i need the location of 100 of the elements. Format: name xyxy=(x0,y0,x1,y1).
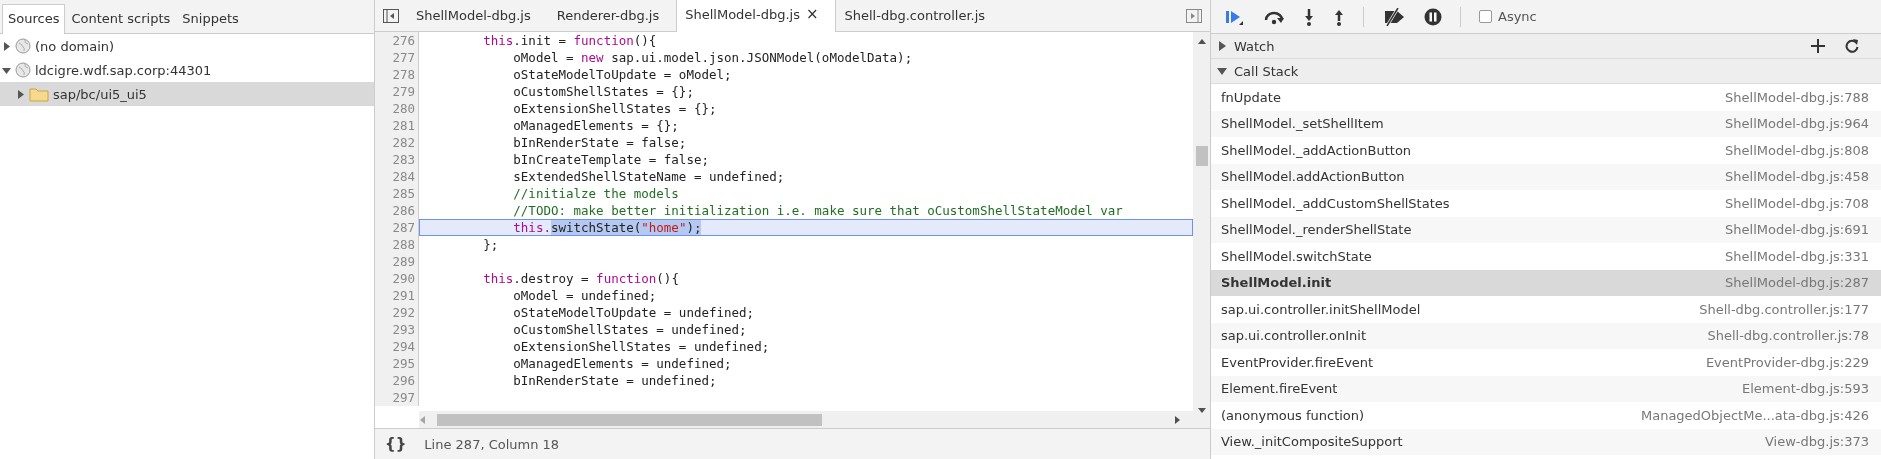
close-button[interactable]: × xyxy=(805,5,819,23)
section-header[interactable]: Watch xyxy=(1211,34,1881,59)
refresh-icon[interactable] xyxy=(1845,39,1859,53)
line-number: 293 xyxy=(375,321,419,338)
line-number: 277 xyxy=(375,49,419,66)
pretty-print-button[interactable]: {} xyxy=(385,435,407,453)
panel-tab[interactable]: Snippets xyxy=(176,4,245,33)
line-number: 292 xyxy=(375,304,419,321)
add-icon[interactable] xyxy=(1811,39,1825,53)
expand-triangle-icon xyxy=(16,89,25,99)
code-line: bInCreateTemplate = false; xyxy=(512,151,710,168)
line-number: 283 xyxy=(375,151,419,168)
code-line: //initialze the models xyxy=(512,185,680,202)
call-stack-frame[interactable]: fnUpdate ShellModel-dbg.js:788 xyxy=(1211,84,1881,111)
line-number: 294 xyxy=(375,338,419,355)
code-line: }; xyxy=(482,236,500,253)
function-name: View._initCompositeSupport xyxy=(1221,434,1403,450)
code-line: oCustomShellStates = {}; xyxy=(512,83,695,100)
source-location: ShellModel-dbg.js:788 xyxy=(1725,89,1869,105)
cursor-position: Line 287, Column 18 xyxy=(424,436,560,452)
call-stack-frame[interactable]: ShellModel.init ShellModel-dbg.js:287 xyxy=(1211,269,1881,296)
scroll-down-icon[interactable] xyxy=(1197,406,1206,414)
file-tab[interactable]: ShellModel-dbg.js xyxy=(407,1,548,31)
function-name: ShellModel._addCustomShellStates xyxy=(1221,195,1450,211)
call-stack-frame[interactable]: ShellModel._setShellItem ShellModel-dbg.js:964 xyxy=(1211,110,1881,137)
tree-item[interactable]: (no domain) xyxy=(0,34,374,58)
source-location: ShellModel-dbg.js:691 xyxy=(1725,222,1869,238)
call-stack-frame[interactable]: sap.ui.controller.initShellModel Shell-dbg.controller.js:177 xyxy=(1211,296,1881,323)
folder-icon xyxy=(29,86,49,102)
call-stack-frame[interactable]: sap.ui.controller.onInit Shell-dbg.controller.js:78 xyxy=(1211,322,1881,349)
source-location: ShellModel-dbg.js:331 xyxy=(1725,248,1869,264)
call-stack-frame[interactable]: Element.fireEvent Element-dbg.js:593 xyxy=(1211,375,1881,402)
file-tab[interactable]: Renderer-dbg.js xyxy=(547,1,677,31)
line-number: 284 xyxy=(375,168,419,185)
source-location: ShellModel-dbg.js:964 xyxy=(1725,116,1869,132)
file-tab[interactable]: Shell-dbg.controller.js xyxy=(835,1,1003,31)
code-line: oModel = new sap.ui.model.json.JSONModel(oModelData); xyxy=(512,49,914,66)
pause-icon[interactable] xyxy=(1424,7,1442,26)
code-line: oExtensionShellStates = {}; xyxy=(512,100,718,117)
line-number: 289 xyxy=(375,253,419,270)
panel-tab[interactable]: Sources xyxy=(2,4,66,34)
line-number: 287 xyxy=(375,219,419,236)
sidebar-toggle-icon[interactable] xyxy=(1186,8,1202,23)
source-location: ManagedObjectMe...ata-dbg.js:426 xyxy=(1640,407,1869,423)
call-stack-frame[interactable]: EventProvider.fireEvent EventProvider-dbg.js:229 xyxy=(1211,349,1881,376)
collapse-triangle-icon xyxy=(2,65,11,75)
async-checkbox[interactable] xyxy=(1479,10,1492,23)
code-line: oManagedElements = {}; xyxy=(512,117,680,134)
tree-item[interactable]: ldcigre.wdf.sap.corp:44301 xyxy=(0,58,374,82)
call-stack-frame[interactable]: ShellModel._renderShellState ShellModel-dbg.js:691 xyxy=(1211,216,1881,243)
source-location: ShellModel-dbg.js:808 xyxy=(1725,142,1869,158)
scroll-up-icon[interactable] xyxy=(1197,38,1206,46)
line-number: 280 xyxy=(375,100,419,117)
deactivate-breakpoints-icon[interactable] xyxy=(1382,7,1406,26)
code-line: oModel = undefined; xyxy=(512,287,658,304)
call-stack-frame[interactable]: ShellModel._addCustomShellStates ShellModel-dbg.js:708 xyxy=(1211,190,1881,217)
source-location: ShellModel-dbg.js:287 xyxy=(1725,275,1869,291)
tree-label: ldcigre.wdf.sap.corp:44301 xyxy=(35,62,212,78)
call-stack-frame[interactable]: View._initCompositeSupport View-dbg.js:373 xyxy=(1211,428,1881,455)
tree-label: (no domain) xyxy=(35,38,115,54)
call-stack-frame[interactable]: (anonymous function) ManagedObjectMe...ata-dbg.js:426 xyxy=(1211,402,1881,429)
code-line: bInRenderState = undefined; xyxy=(512,372,718,389)
line-number: 286 xyxy=(375,202,419,219)
function-name: ShellModel._renderShellState xyxy=(1221,222,1412,238)
tree-item[interactable]: sap/bc/ui5_ui5 xyxy=(0,82,374,106)
function-name: ShellModel._setShellItem xyxy=(1221,116,1384,132)
scroll-right-icon[interactable] xyxy=(1173,415,1181,424)
line-number: 290 xyxy=(375,270,419,287)
file-tab[interactable]: ShellModel-dbg.js × xyxy=(676,0,836,32)
call-stack-frame[interactable]: ShellModel._addActionButton ShellModel-dbg.js:808 xyxy=(1211,137,1881,164)
function-name: sap.ui.controller.onInit xyxy=(1221,328,1367,344)
section-title: Call Stack xyxy=(1234,63,1299,79)
scrollbar-thumb[interactable] xyxy=(1195,146,1208,166)
line-number: 282 xyxy=(375,134,419,151)
function-name: ShellModel.init xyxy=(1221,275,1332,291)
line-number: 295 xyxy=(375,355,419,372)
line-number: 276 xyxy=(375,32,419,49)
step-into-icon[interactable] xyxy=(1303,7,1315,26)
code-line: bInRenderState = false; xyxy=(512,134,688,151)
code-line: oStateModelToUpdate = oModel; xyxy=(512,66,733,83)
panel-tab[interactable]: Content scripts xyxy=(65,4,177,33)
line-number: 279 xyxy=(375,83,419,100)
function-name: ShellModel.addActionButton xyxy=(1221,169,1405,185)
line-number: 278 xyxy=(375,66,419,83)
section-header[interactable]: Call Stack xyxy=(1211,59,1881,84)
call-stack-frame[interactable]: ShellModel.switchState ShellModel-dbg.js:331 xyxy=(1211,243,1881,270)
scrollbar-thumb[interactable] xyxy=(437,413,822,426)
source-location: Shell-dbg.controller.js:177 xyxy=(1699,301,1869,317)
function-name: Element.fireEvent xyxy=(1221,381,1338,397)
code-line: oManagedElements = undefined; xyxy=(512,355,733,372)
sidebar-toggle-icon[interactable] xyxy=(383,8,399,23)
source-location: Shell-dbg.controller.js:78 xyxy=(1707,328,1869,344)
line-number: 285 xyxy=(375,185,419,202)
tree-label: sap/bc/ui5_ui5 xyxy=(53,86,147,102)
source-location: EventProvider-dbg.js:229 xyxy=(1705,354,1869,370)
function-name: fnUpdate xyxy=(1221,89,1281,105)
call-stack-frame[interactable]: ShellModel.addActionButton ShellModel-dbg.js:458 xyxy=(1211,163,1881,190)
source-location: Element-dbg.js:593 xyxy=(1742,381,1869,397)
line-number: 288 xyxy=(375,236,419,253)
section-title: Watch xyxy=(1234,38,1275,54)
